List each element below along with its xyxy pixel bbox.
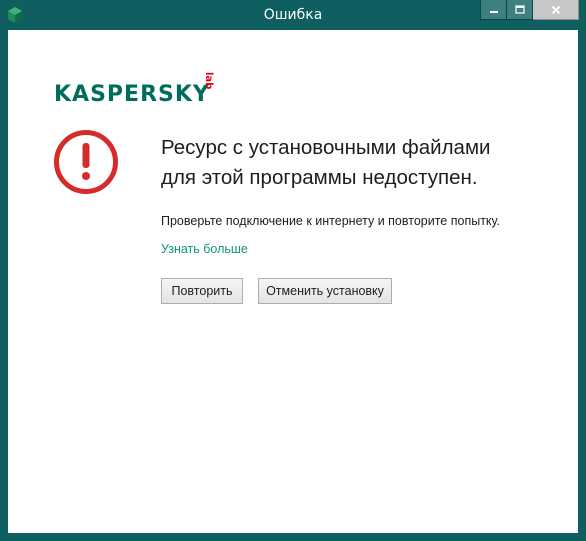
dialog-content: KASPERSKYlab Ресурс с установочными файл… — [8, 30, 578, 533]
error-exclamation-icon — [54, 130, 118, 194]
maximize-button[interactable] — [507, 0, 533, 20]
headline-line-2: для этой программы недоступен. — [161, 166, 478, 189]
kaspersky-logo: KASPERSKYlab — [54, 72, 227, 110]
close-button[interactable] — [533, 0, 579, 20]
minimize-button[interactable] — [480, 0, 507, 20]
maximize-icon — [514, 4, 525, 14]
window-controls — [480, 0, 579, 21]
retry-button[interactable]: Повторить — [161, 278, 243, 304]
title-bar[interactable]: Ошибка — [0, 0, 586, 30]
error-detail: Проверьте подключение к интернету и повт… — [161, 214, 501, 228]
error-headline: Ресурс с установочными файлами для этой … — [161, 133, 561, 193]
cancel-install-button[interactable]: Отменить установку — [258, 278, 392, 304]
installer-window: Ошибка KASPERSKYlab Ресурс с установочны… — [0, 0, 586, 541]
headline-line-1: Ресурс с установочными файлами — [161, 136, 491, 159]
minimize-icon — [489, 10, 498, 13]
close-icon — [551, 5, 560, 14]
logo-suffix: lab — [202, 72, 214, 90]
learn-more-link[interactable]: Узнать больше — [161, 242, 248, 256]
logo-brand: KASPERSKY — [54, 82, 210, 107]
